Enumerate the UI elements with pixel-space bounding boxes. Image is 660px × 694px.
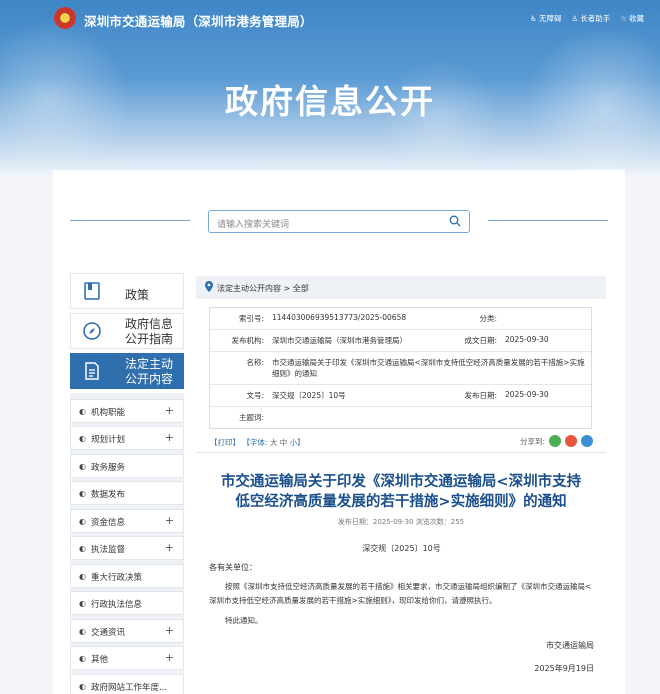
sidebar-item-label: 政府信息公开指南 (125, 317, 174, 346)
table-row: 发布机构: 深圳市交通运输局（深圳市港务管理局） 成文日期: 2025-09-3… (210, 330, 591, 352)
sidebar-subitem[interactable]: ◐ 规划计划 + (70, 426, 184, 450)
sidebar-item-label: 法定主动公开内容 (125, 357, 174, 386)
search-divider (488, 220, 608, 221)
sidebar-item-statutory[interactable]: 法定主动公开内容 (70, 353, 184, 389)
divider (196, 452, 606, 453)
expand-plus-icon[interactable]: + (165, 404, 174, 417)
document-tools: 【打印】 【字体: 大 中 小】 分享到: (210, 435, 593, 449)
compass-icon (83, 322, 101, 340)
signature: 市交通运输局 (546, 641, 594, 650)
bullet-icon: ◐ (79, 516, 86, 526)
sidebar-sublist: ◐ 机构职能 + ◐ 规划计划 + ◐ 政务服务 ◐ 数据发布 ◐ 资金信息 + ◐ 执法监督 + … (70, 393, 184, 694)
search-input[interactable]: 请输入搜索关键词 (208, 210, 470, 233)
bullet-icon: ◐ (79, 406, 86, 416)
sidebar: 政策 政府信息公开指南 法定主动公开内容 ◐ 机构职能 + ◐ 规划计划 + ◐ 政务服务… (70, 273, 184, 694)
document-body: 深交规〔2025〕10号 各有关单位： 按照《深圳市支持低空经济高质量发展的若干… (209, 541, 594, 676)
bullet-icon: ◐ (79, 544, 86, 553)
font-small-button[interactable]: 小】 (290, 438, 305, 447)
top-links: ♿ 无障碍 ♙ 长者助手 ☆ 收藏 (530, 13, 644, 24)
paragraph: 按照《深圳市支持低空经济高质量发展的若干措施》相关要求，市交通运输局组织编制了《… (209, 582, 592, 605)
sidebar-subitem[interactable]: ◐ 交通资讯 + (70, 618, 184, 643)
bullet-icon: ◐ (79, 571, 86, 581)
sidebar-item-policy[interactable]: 政策 (70, 273, 184, 309)
expand-plus-icon[interactable]: + (165, 651, 174, 664)
star-icon: ☆ (620, 14, 627, 23)
header-banner: 深圳市交通运输局（深圳市港务管理局） ♿ 无障碍 ♙ 长者助手 ☆ 收藏 政府信息公开 (0, 0, 660, 175)
sidebar-subitem[interactable]: ◐ 机构职能 + (70, 398, 184, 423)
bullet-icon: ◐ (79, 599, 86, 608)
expand-plus-icon[interactable]: + (165, 624, 174, 637)
expand-plus-icon[interactable]: + (165, 431, 174, 444)
bullet-icon: ◐ (79, 681, 86, 691)
bullet-icon: ◐ (79, 489, 86, 498)
table-row: 索引号: 11440300693951377З/2025-00658 分类: (210, 308, 591, 330)
table-row: 文号: 深交规〔2025〕10号 发布日期: 2025-09-30 (210, 385, 591, 407)
expand-plus-icon[interactable]: + (165, 541, 174, 554)
banner-title: 政府信息公开 (225, 82, 435, 121)
tool-links: 【打印】 【字体: 大 中 小】 (210, 437, 305, 448)
search-icon[interactable] (449, 215, 461, 227)
sidebar-item-guide[interactable]: 政府信息公开指南 (70, 313, 184, 349)
accessibility-link[interactable]: ♿ 无障碍 (530, 13, 561, 24)
elder-helper-icon: ♙ (571, 14, 579, 23)
document-title: 市交通运输局关于印发《深圳市交通运输局<深圳市支持 低空经济高质量发展的若干措施… (220, 474, 582, 510)
bullet-icon: ◐ (79, 434, 86, 443)
sidebar-subitem[interactable]: ◐ 其他 + (70, 646, 184, 670)
breadcrumb-text[interactable]: 法定主动公开内容 > 全部 (217, 283, 309, 294)
favorite-link[interactable]: ☆ 收藏 (620, 13, 644, 24)
paragraph: 特此通知。 (225, 616, 263, 625)
content-area: 法定主动公开内容 > 全部 索引号: 11440300693951377З/20… (196, 276, 606, 673)
document-number: 深交规〔2025〕10号 (362, 544, 441, 553)
sidebar-subitem[interactable]: ◐ 重大行政决策 (70, 563, 184, 588)
sidebar-item-label: 政策 (125, 288, 150, 302)
weibo-share-icon[interactable] (565, 435, 577, 447)
table-row: 名称: 市交通运输局关于印发《深圳市交通运输局<深圳市支持低空经济高质量发展的若… (210, 352, 591, 385)
signature-date: 2025年9月19日 (534, 664, 594, 673)
breadcrumb: 法定主动公开内容 > 全部 (196, 276, 606, 299)
bullet-icon: ◐ (79, 626, 86, 636)
sidebar-subitem[interactable]: ◐ 政府网站工作年度... (70, 673, 184, 694)
share-bar: 分享到: (520, 435, 593, 447)
font-large-button[interactable]: 大 (270, 438, 278, 447)
sidebar-subitem[interactable]: ◐ 资金信息 + (70, 508, 184, 533)
document-list-icon (85, 362, 99, 380)
accessibility-icon: ♿ (530, 14, 538, 23)
document-metadata-table: 索引号: 11440300693951377З/2025-00658 分类: 发… (209, 307, 592, 429)
font-size-label: 【字体: (242, 438, 268, 447)
wechat-share-icon[interactable] (549, 435, 561, 447)
expand-plus-icon[interactable]: + (165, 514, 174, 527)
table-row: 主题词: (238, 413, 264, 422)
policy-book-icon (84, 282, 100, 300)
search-divider (70, 220, 190, 221)
main-panel: 请输入搜索关键词 政策 政府信息公开指南 法定主动公开内容 ◐ 机构职能 + ◐… (53, 170, 625, 694)
sidebar-subitem[interactable]: ◐ 数据发布 (70, 481, 184, 505)
sidebar-subitem[interactable]: ◐ 政务服务 (70, 453, 184, 478)
site-title[interactable]: 深圳市交通运输局（深圳市港务管理局） (84, 11, 313, 30)
share-label: 分享到: (519, 436, 545, 446)
sidebar-subitem[interactable]: ◐ 执法监督 + (70, 536, 184, 560)
qq-share-icon[interactable] (581, 435, 593, 447)
national-emblem-logo[interactable] (54, 7, 76, 29)
bullet-icon: ◐ (79, 654, 86, 663)
salutation: 各有关单位： (209, 563, 257, 572)
location-pin-icon (205, 281, 213, 292)
sidebar-subitem[interactable]: ◐ 行政执法信息 (70, 591, 184, 615)
elder-helper-link[interactable]: ♙ 长者助手 (572, 13, 611, 24)
document-date-views: 发布日期：2025-09-30 浏览次数：255 (337, 518, 465, 526)
print-button[interactable]: 【打印】 (210, 438, 240, 447)
search-placeholder: 请输入搜索关键词 (217, 220, 290, 230)
bullet-icon: ◐ (79, 461, 86, 471)
font-medium-button[interactable]: 中 (280, 438, 288, 447)
